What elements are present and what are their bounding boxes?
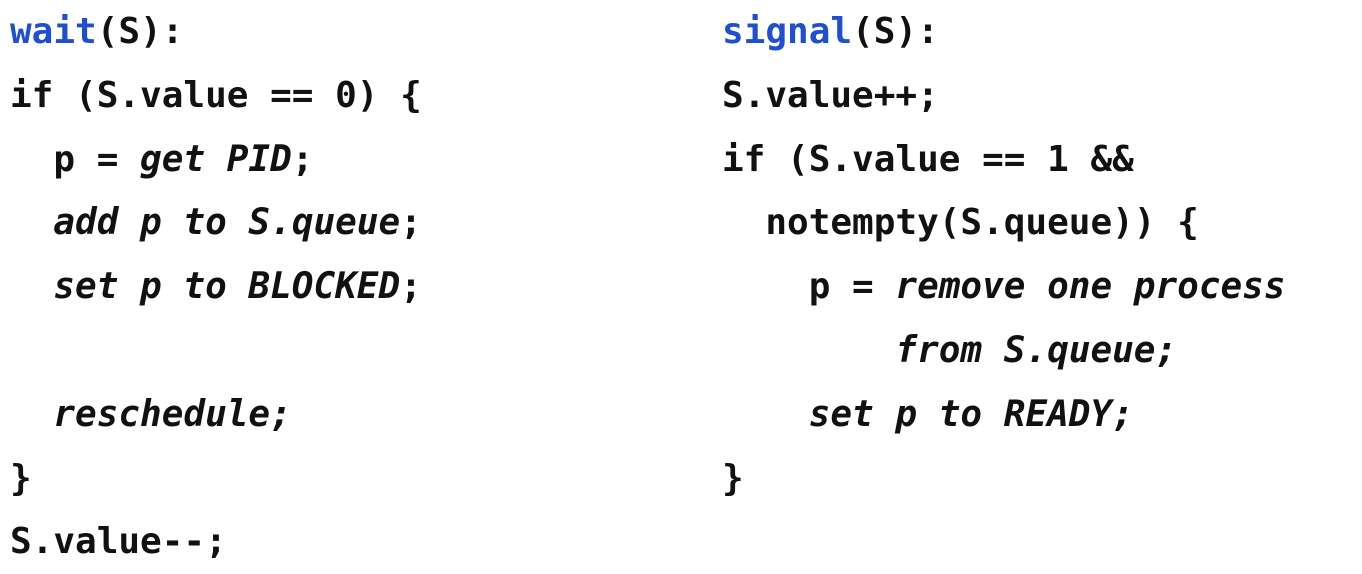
signal-code-line: set p to READY;	[722, 383, 1286, 447]
wait-code-line: wait(S):	[10, 0, 422, 64]
pseudocode-text: add p to S.queue	[53, 202, 401, 244]
signal-code-line: }	[722, 447, 1286, 511]
signal-code-line: if (S.value == 1 &&	[722, 128, 1286, 192]
pseudocode-text: remove one process	[895, 266, 1286, 308]
code-text: p =	[10, 138, 141, 180]
code-text: ;	[400, 202, 422, 244]
wait-code-line: reschedule;	[10, 383, 422, 447]
pseudocode-text: reschedule;	[53, 393, 292, 435]
code-text: ;	[400, 266, 422, 308]
code-text: if (S.value == 1 &&	[722, 138, 1134, 180]
pseudocode-text: get PID	[140, 138, 292, 180]
signal-code-line: S.value++;	[722, 64, 1286, 128]
code-text: p =	[722, 266, 896, 308]
code-text: (S):	[96, 11, 184, 52]
signal-code-line: notempty(S.queue)) {	[722, 191, 1286, 255]
code-text: }	[10, 457, 32, 499]
pseudocode-text: from S.queue;	[895, 329, 1178, 371]
wait-code-line: add p to S.queue;	[10, 191, 422, 255]
code-text: ;	[291, 138, 314, 180]
code-text: }	[722, 457, 744, 499]
wait-code-line: }	[10, 447, 422, 511]
function-name: signal	[722, 11, 853, 52]
pseudocode-text: set p to BLOCKED	[53, 266, 401, 308]
wait-code-line	[10, 319, 422, 383]
signal-code-line: p = remove one process	[722, 255, 1286, 319]
wait-code-block: wait(S): if (S.value == 0) { p = get PID;…	[10, 0, 422, 574]
function-name: wait	[10, 11, 97, 52]
code-text: S.value--;	[10, 521, 227, 563]
signal-code-line: from S.queue;	[722, 319, 1286, 383]
signal-code-block: signal(S): S.value++; if (S.value == 1 && …	[722, 0, 1286, 510]
wait-code-line: p = get PID;	[10, 128, 422, 192]
wait-code-line: S.value--;	[10, 510, 422, 574]
code-text: (S):	[852, 11, 939, 52]
code-text: if (S.value == 0) {	[10, 74, 422, 116]
code-text: notempty(S.queue)) {	[722, 202, 1199, 244]
code-text: S.value++;	[722, 74, 939, 116]
pseudocode-text: set p to READY;	[808, 393, 1134, 435]
signal-code-line: signal(S):	[722, 0, 1286, 64]
wait-code-line: if (S.value == 0) {	[10, 64, 422, 128]
wait-code-line: set p to BLOCKED;	[10, 255, 422, 319]
